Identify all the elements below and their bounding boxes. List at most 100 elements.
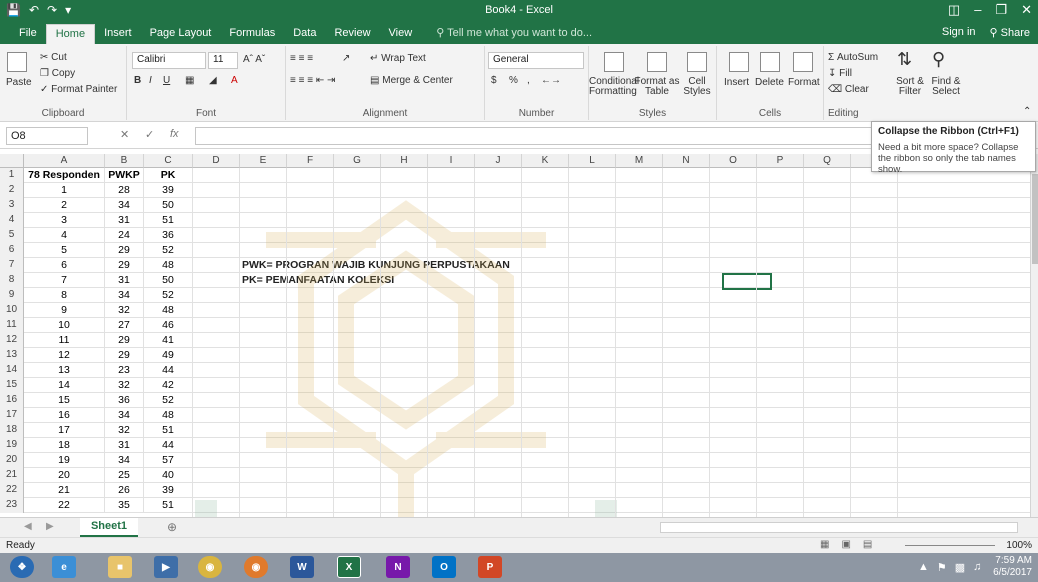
row-header[interactable]: 11 <box>0 318 24 333</box>
column-header-p[interactable]: P <box>757 154 804 168</box>
cell-b11[interactable]: 27 <box>105 318 144 333</box>
row-header[interactable]: 6 <box>0 243 24 258</box>
column-header-c[interactable]: C <box>144 154 193 168</box>
row-header[interactable]: 14 <box>0 363 24 378</box>
tab-view[interactable]: View <box>380 24 422 44</box>
cell-c7[interactable]: 48 <box>144 258 193 273</box>
column-header-e[interactable]: E <box>240 154 287 168</box>
tab-formulas[interactable]: Formulas <box>220 24 284 44</box>
tab-data[interactable]: Data <box>284 24 325 44</box>
cell-a4[interactable]: 3 <box>24 213 105 228</box>
chrome-icon[interactable]: ◉ <box>198 556 222 578</box>
sort-filter-button[interactable]: Sort & Filter <box>892 77 928 97</box>
prev-sheet-icon[interactable]: ◀ <box>24 521 32 532</box>
cell-a20[interactable]: 19 <box>24 453 105 468</box>
add-sheet-icon[interactable]: ⊕ <box>167 520 177 534</box>
onenote-icon[interactable]: N <box>386 556 410 578</box>
cell-a8[interactable]: 7 <box>24 273 105 288</box>
share-button[interactable]: ⚲ Share <box>990 26 1030 39</box>
cell-b18[interactable]: 32 <box>105 423 144 438</box>
cell-b23[interactable]: 35 <box>105 498 144 513</box>
align-left-icons[interactable]: ≡ ≡ ≡ ⇤ ⇥ <box>290 75 335 86</box>
conditional-formatting-icon[interactable] <box>604 52 624 72</box>
cell-c17[interactable]: 48 <box>144 408 193 423</box>
cell-c11[interactable]: 46 <box>144 318 193 333</box>
function-icon[interactable]: fx <box>170 128 179 140</box>
tab-insert[interactable]: Insert <box>95 24 141 44</box>
find-select-icon[interactable]: ⚲ <box>932 49 945 70</box>
borders-icon[interactable]: ▦ <box>185 75 194 86</box>
row-header[interactable]: 21 <box>0 468 24 483</box>
paste-icon[interactable] <box>7 52 27 72</box>
cell-c16[interactable]: 52 <box>144 393 193 408</box>
format-painter-button[interactable]: ✓ Format Painter <box>40 84 117 95</box>
cell-a2[interactable]: 1 <box>24 183 105 198</box>
comma-style-icon[interactable]: , <box>527 75 530 86</box>
column-header-g[interactable]: G <box>334 154 381 168</box>
row-header[interactable]: 8 <box>0 273 24 288</box>
cell-a19[interactable]: 18 <box>24 438 105 453</box>
cell-b8[interactable]: 31 <box>105 273 144 288</box>
cell-c8[interactable]: 50 <box>144 273 193 288</box>
format-cells-icon[interactable] <box>793 52 813 72</box>
cell-b20[interactable]: 34 <box>105 453 144 468</box>
font-size-select[interactable]: 11 <box>208 52 238 69</box>
start-icon[interactable]: ❖ <box>10 556 34 578</box>
tab-home[interactable]: Home <box>45 24 96 44</box>
cell-c2[interactable]: 39 <box>144 183 193 198</box>
close-icon[interactable]: ✕ <box>1021 2 1032 18</box>
excel-icon[interactable]: X <box>337 556 361 578</box>
sort-filter-icon[interactable]: ⇅ <box>897 49 912 70</box>
normal-view-icon[interactable]: ▦ <box>820 539 829 550</box>
horizontal-scrollbar[interactable] <box>660 522 1018 533</box>
bold-button[interactable]: B <box>134 75 141 86</box>
tray-arrow-icon[interactable]: ▲ <box>918 561 929 574</box>
note-pk[interactable]: PK= PEMANFAATAN KOLEKSI <box>242 273 394 287</box>
conditional-formatting-button[interactable]: Conditional Formatting <box>589 77 639 97</box>
cell-a13[interactable]: 12 <box>24 348 105 363</box>
cell-c23[interactable]: 51 <box>144 498 193 513</box>
cut-button[interactable]: ✂ Cut <box>40 52 67 63</box>
sheet-tab-sheet1[interactable]: Sheet1 <box>80 518 138 537</box>
currency-button[interactable]: $ <box>491 75 497 86</box>
column-header-i[interactable]: I <box>428 154 475 168</box>
row-header[interactable]: 15 <box>0 378 24 393</box>
cell-c6[interactable]: 52 <box>144 243 193 258</box>
column-header-h[interactable]: H <box>381 154 428 168</box>
cell-c10[interactable]: 48 <box>144 303 193 318</box>
cell-b15[interactable]: 32 <box>105 378 144 393</box>
network-icon[interactable]: ▩ <box>955 561 965 574</box>
cell-styles-button[interactable]: Cell Styles <box>681 77 713 97</box>
vertical-scroll-thumb[interactable] <box>1032 174 1038 264</box>
align-top-icons[interactable]: ≡ ≡ ≡ <box>290 53 313 64</box>
row-header[interactable]: 7 <box>0 258 24 273</box>
note-pwk[interactable]: PWK= PROGRAN WAJIB KUNJUNG PERPUSTAKAAN <box>242 258 510 272</box>
row-header[interactable]: 19 <box>0 438 24 453</box>
column-header-n[interactable]: N <box>663 154 710 168</box>
cell-b14[interactable]: 23 <box>105 363 144 378</box>
cell-b19[interactable]: 31 <box>105 438 144 453</box>
ribbon-display-icon[interactable]: ◫ <box>948 2 960 18</box>
merge-center-button[interactable]: ▤ Merge & Center <box>370 75 453 86</box>
cell-c18[interactable]: 51 <box>144 423 193 438</box>
column-header-j[interactable]: J <box>475 154 522 168</box>
cell-b1[interactable]: PWKP <box>105 168 144 183</box>
word-icon[interactable]: W <box>290 556 314 578</box>
select-all-corner[interactable] <box>0 154 24 168</box>
row-header[interactable]: 9 <box>0 288 24 303</box>
row-header[interactable]: 17 <box>0 408 24 423</box>
cell-a23[interactable]: 22 <box>24 498 105 513</box>
cell-b2[interactable]: 28 <box>105 183 144 198</box>
column-header-f[interactable]: F <box>287 154 334 168</box>
percent-button[interactable]: % <box>509 75 518 86</box>
cell-a6[interactable]: 5 <box>24 243 105 258</box>
cell-b22[interactable]: 26 <box>105 483 144 498</box>
row-header[interactable]: 10 <box>0 303 24 318</box>
zoom-slider[interactable] <box>905 545 995 546</box>
cell-a16[interactable]: 15 <box>24 393 105 408</box>
collapse-ribbon-icon[interactable]: ⌃ <box>1023 106 1031 117</box>
cell-b10[interactable]: 32 <box>105 303 144 318</box>
cell-a18[interactable]: 17 <box>24 423 105 438</box>
cell-a1[interactable]: 78 Responden <box>24 168 105 183</box>
row-header[interactable]: 3 <box>0 198 24 213</box>
